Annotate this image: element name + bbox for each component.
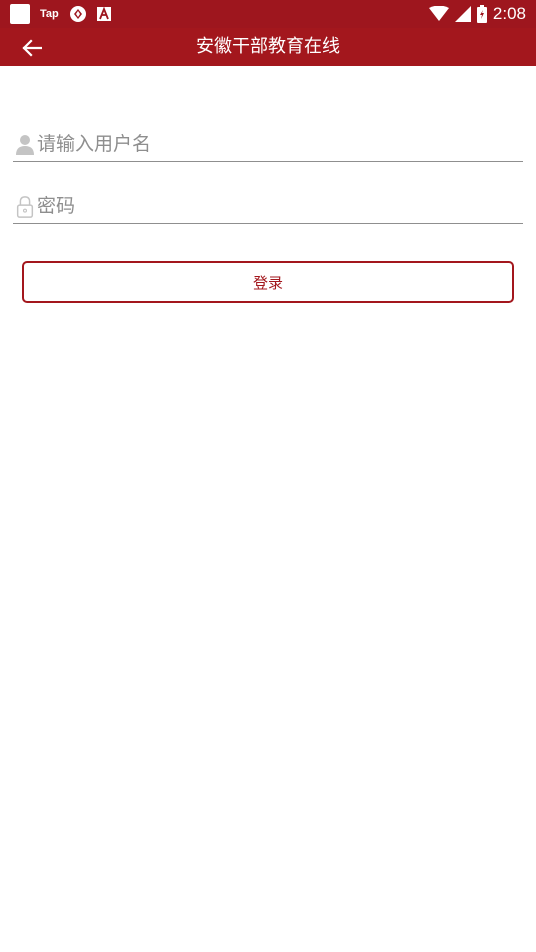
back-button[interactable]	[18, 34, 46, 62]
password-field	[13, 188, 523, 224]
user-icon	[16, 135, 34, 155]
login-button[interactable]: 登录	[22, 261, 514, 303]
lock-icon	[16, 196, 34, 218]
sync-icon	[69, 6, 86, 22]
status-time: 2:08	[492, 4, 526, 23]
username-field	[13, 126, 523, 162]
password-input[interactable]	[37, 190, 517, 222]
app-bar: 安徽干部教育在线	[0, 28, 536, 66]
square-icon	[10, 4, 30, 24]
a-box-icon	[96, 7, 111, 21]
signal-icon	[454, 6, 471, 22]
battery-icon	[476, 5, 487, 23]
arrow-left-icon	[22, 39, 42, 57]
username-input[interactable]	[37, 128, 517, 160]
wifi-icon	[428, 6, 449, 21]
status-bar: Tap 2:08	[0, 0, 536, 28]
tap-icon: Tap	[40, 8, 59, 20]
page-title: 安徽干部教育在线	[196, 36, 340, 57]
status-right-icons: 2:08	[428, 3, 526, 25]
status-left-icons: Tap	[10, 4, 111, 24]
